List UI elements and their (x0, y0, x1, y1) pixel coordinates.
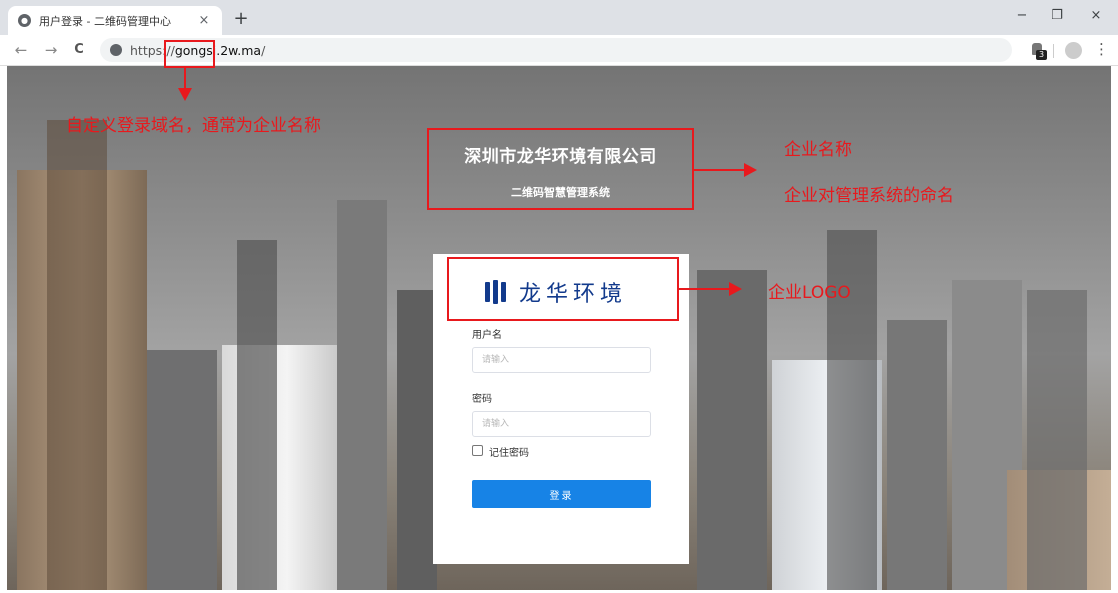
building-shape (337, 200, 387, 590)
building-shape (887, 320, 947, 590)
login-button[interactable]: 登录 (472, 480, 651, 508)
restore-button[interactable]: ❐ (1047, 8, 1067, 23)
system-name: 二维码智慧管理系统 (511, 186, 610, 199)
logo-annotation: 企业LOGO (768, 283, 851, 303)
browser-tab-bar: ● 用户登录 - 二维码管理中心 × + − ❐ × (0, 0, 1118, 35)
window-close-button[interactable]: × (1086, 8, 1106, 23)
company-name: 深圳市龙华环境有限公司 (464, 147, 657, 167)
logo-highlight-box (447, 257, 679, 321)
system-annotation: 企业对管理系统的命名 (784, 186, 954, 206)
building-shape (47, 120, 107, 590)
toolbar-divider (1053, 44, 1054, 58)
building-shape (237, 240, 277, 590)
profile-avatar-icon[interactable] (1065, 42, 1082, 59)
domain-highlight-box (164, 40, 215, 68)
building-shape (1027, 290, 1087, 590)
browser-tab[interactable]: ● 用户登录 - 二维码管理中心 × (8, 6, 222, 35)
globe-icon: ● (18, 14, 31, 27)
tab-title: 用户登录 - 二维码管理中心 (39, 14, 171, 28)
building-shape (697, 270, 767, 590)
forward-button[interactable]: → (42, 41, 60, 59)
minimize-button[interactable]: − (1012, 8, 1032, 23)
building-shape (397, 290, 437, 590)
building-shape (147, 350, 217, 590)
arrow-head-icon (729, 282, 742, 296)
username-label: 用户名 (472, 330, 502, 341)
new-tab-button[interactable]: + (230, 8, 252, 29)
address-bar[interactable]: https:// gongsi.2w.ma / (100, 38, 1012, 62)
arrow-down-icon (184, 68, 186, 88)
arrow-head-icon (744, 163, 757, 177)
tab-close-icon[interactable]: × (196, 13, 212, 28)
arrow-right-icon (694, 169, 744, 171)
password-input[interactable] (472, 411, 651, 437)
browser-menu-button[interactable]: ⋮ (1094, 40, 1109, 58)
back-button[interactable]: ← (12, 41, 30, 59)
company-annotation: 企业名称 (784, 140, 852, 160)
url-path: / (261, 42, 266, 58)
domain-annotation: 自定义登录域名，通常为企业名称 (66, 116, 321, 136)
password-label: 密码 (472, 394, 492, 405)
extension-icon[interactable]: 3 (1030, 41, 1047, 60)
remember-password-checkbox[interactable] (472, 445, 483, 456)
arrow-head-icon (178, 88, 192, 101)
remember-password-label[interactable]: 记住密码 (489, 444, 529, 459)
extension-badge: 3 (1036, 50, 1047, 60)
arrow-right-icon (679, 288, 729, 290)
site-info-icon[interactable] (110, 44, 122, 56)
reload-button[interactable]: C (70, 42, 88, 57)
username-input[interactable] (472, 347, 651, 373)
